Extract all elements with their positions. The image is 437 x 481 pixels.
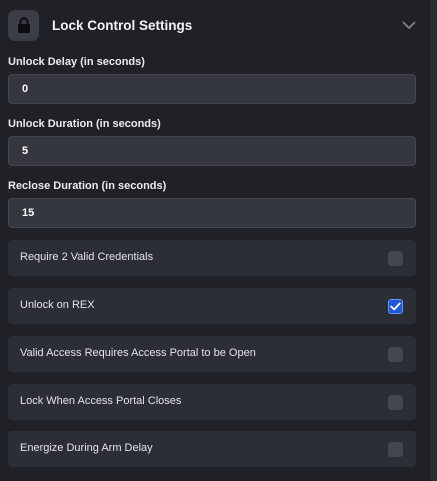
unlock-duration-input[interactable]: 5 bbox=[8, 136, 416, 166]
reclose-duration-input[interactable]: 15 bbox=[8, 198, 416, 228]
option-label: Unlock on REX bbox=[20, 299, 95, 311]
chevron-down-icon[interactable] bbox=[400, 16, 418, 34]
section-title: Lock Control Settings bbox=[52, 18, 193, 33]
option-label: Energize During Arm Delay bbox=[20, 442, 153, 454]
section-header[interactable]: Lock Control Settings bbox=[0, 0, 430, 52]
option-label: Valid Access Requires Access Portal to b… bbox=[20, 347, 256, 359]
valid-access-portal-open-checkbox[interactable] bbox=[388, 347, 403, 362]
reclose-duration-label: Reclose Duration (in seconds) bbox=[8, 180, 167, 192]
lock-icon bbox=[8, 10, 39, 41]
checkmark-icon bbox=[390, 302, 401, 311]
option-require-2-credentials[interactable]: Require 2 Valid Credentials bbox=[8, 240, 416, 276]
scrollbar[interactable] bbox=[430, 0, 437, 481]
lock-control-settings-panel: Lock Control Settings Unlock Delay (in s… bbox=[0, 0, 430, 481]
unlock-delay-input[interactable]: 0 bbox=[8, 74, 416, 104]
option-valid-access-portal-open[interactable]: Valid Access Requires Access Portal to b… bbox=[8, 336, 416, 372]
option-unlock-on-rex[interactable]: Unlock on REX bbox=[8, 288, 416, 324]
option-lock-when-portal-closes[interactable]: Lock When Access Portal Closes bbox=[8, 384, 416, 420]
option-label: Require 2 Valid Credentials bbox=[20, 251, 154, 263]
option-label: Lock When Access Portal Closes bbox=[20, 395, 182, 407]
energize-during-arm-delay-checkbox[interactable] bbox=[388, 442, 403, 457]
option-energize-during-arm-delay[interactable]: Energize During Arm Delay bbox=[8, 431, 416, 467]
lock-when-portal-closes-checkbox[interactable] bbox=[388, 395, 403, 410]
unlock-on-rex-checkbox[interactable] bbox=[388, 299, 403, 314]
unlock-delay-label: Unlock Delay (in seconds) bbox=[8, 56, 145, 68]
unlock-duration-label: Unlock Duration (in seconds) bbox=[8, 118, 161, 130]
require-2-credentials-checkbox[interactable] bbox=[388, 251, 403, 266]
